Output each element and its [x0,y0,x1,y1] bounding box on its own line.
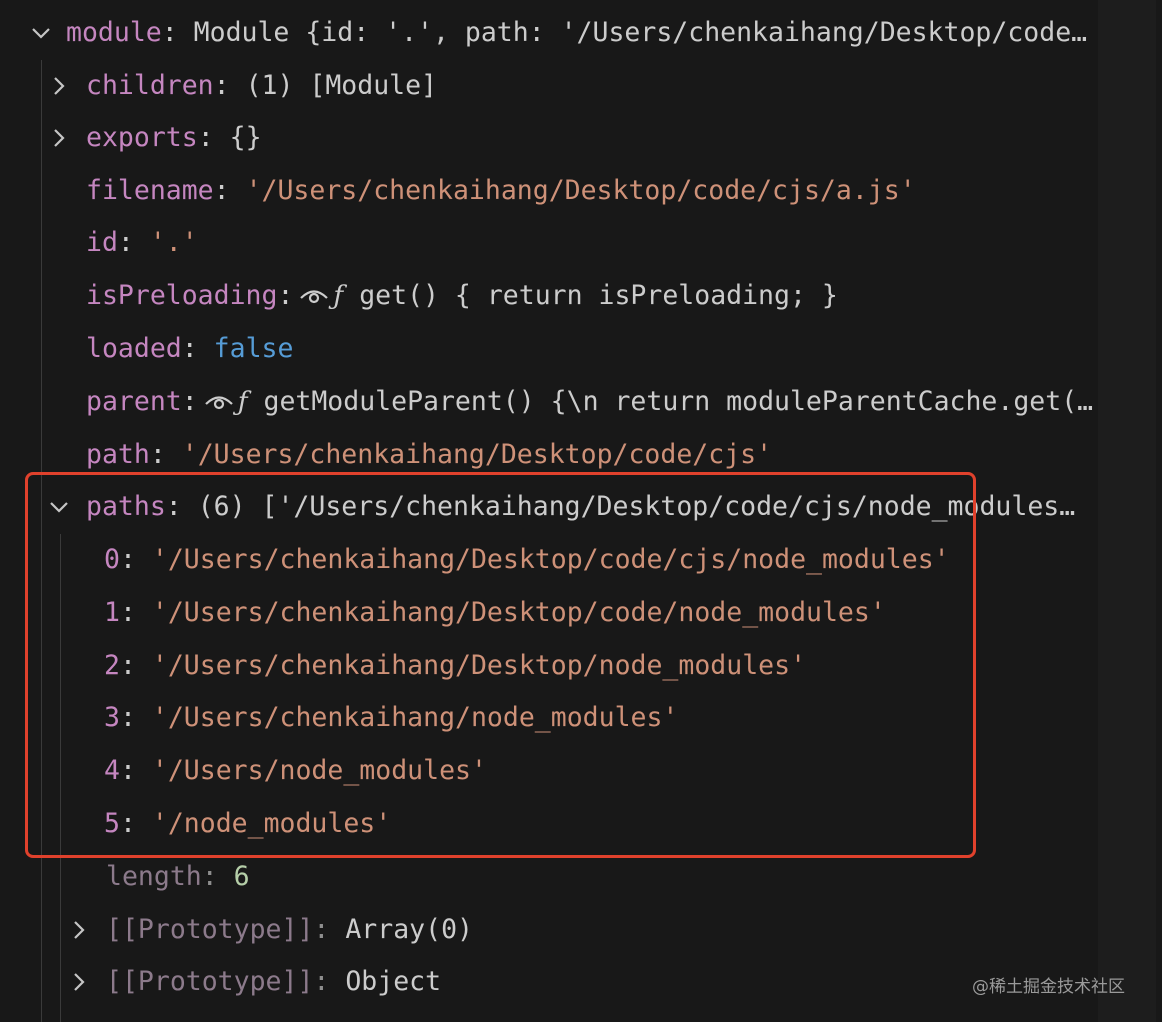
chevron-right-icon[interactable] [68,971,90,993]
property-value: '/Users/chenkaihang/Desktop/code/cjs/a.j… [245,175,916,206]
property-value: get() { return isPreloading; } [359,280,838,311]
tree-row-paths-item[interactable]: 0: '/Users/chenkaihang/Desktop/code/cjs/… [0,534,1090,586]
tree-row-paths-item[interactable]: 5: '/node_modules' [0,798,1090,850]
tree-row-exports[interactable]: exports: {} [0,112,1098,164]
tree-row-ispreloading[interactable]: isPreloading: ƒ get() { return isPreloadi… [0,270,1098,322]
tree-row-array-prototype[interactable]: [[Prototype]]: Array(0) [0,904,1090,956]
array-value: '/Users/chenkaihang/Desktop/code/node_mo… [151,597,886,628]
chevron-right-icon[interactable] [68,919,90,941]
property-key: filename [86,175,214,206]
array-value: '/Users/chenkaihang/Desktop/code/cjs/nod… [151,544,950,575]
array-value: '/Users/chenkaihang/node_modules' [151,702,679,733]
property-value: getModuleParent() {\n return moduleParen… [263,386,1098,417]
property-value: '.' [149,227,198,258]
tree-row-path[interactable]: path: '/Users/chenkaihang/Desktop/code/c… [0,429,1098,481]
tree-row-loaded[interactable]: loaded: false [0,323,1098,375]
watermark: @稀土掘金技术社区 [972,977,1125,997]
property-key: parent [86,386,182,417]
chevron-down-icon[interactable] [48,496,70,518]
property-key: paths [86,491,166,522]
tree-row-filename[interactable]: filename: '/Users/chenkaihang/Desktop/co… [0,165,1098,217]
property-key: [[Prototype]] [106,914,314,945]
property-value: false [213,333,294,364]
property-key: module [66,17,162,48]
tree-row-parent[interactable]: parent: ƒ getModuleParent() {\n return mo… [0,376,1098,428]
array-index: 5 [104,808,120,839]
function-symbol: ƒ [333,280,344,311]
property-key: path [86,439,150,470]
property-value: 6 [233,861,250,892]
property-value: Array(0) [345,914,473,945]
tree-row-id[interactable]: id: '.' [0,217,1098,269]
property-key: [[Prototype]] [106,966,314,997]
array-index: 2 [104,650,120,681]
tree-row-module[interactable]: module: Module {id: '.', path: '/Users/c… [0,7,1098,59]
array-index: 4 [104,755,120,786]
chevron-right-icon[interactable] [48,75,70,97]
scrollbar-track[interactable] [1098,0,1156,1022]
tree-row-children[interactable]: children: (1) [Module] [0,60,1098,112]
tree-row-length[interactable]: length: 6 [0,851,1090,903]
property-value: {} [229,122,262,153]
tree-row-paths-item[interactable]: 1: '/Users/chenkaihang/Desktop/code/node… [0,587,1090,639]
function-symbol: ƒ [237,386,248,417]
array-index: 3 [104,702,120,733]
property-key: exports [86,122,198,153]
property-key: isPreloading [86,280,278,311]
array-preview: (6) ['/Users/chenkaihang/Desktop/code/cj… [197,491,1090,522]
array-value: '/node_modules' [151,808,392,839]
tree-row-paths-item[interactable]: 3: '/Users/chenkaihang/node_modules' [0,692,1090,744]
property-value: (1) [Module] [245,70,438,101]
array-value: '/Users/node_modules' [151,755,487,786]
array-value: '/Users/chenkaihang/Desktop/node_modules… [151,650,807,681]
property-key: loaded [86,333,182,364]
property-key: length [106,861,202,892]
property-key: id [86,227,118,258]
property-value: '/Users/chenkaihang/Desktop/code/cjs' [181,439,773,470]
tree-row-paths-item[interactable]: 2: '/Users/chenkaihang/Desktop/node_modu… [0,640,1090,692]
property-key: children [86,70,214,101]
tree-row-paths-item[interactable]: 4: '/Users/node_modules' [0,745,1090,797]
eye-icon[interactable] [204,379,234,410]
chevron-down-icon[interactable] [30,22,52,44]
object-preview: Module {id: '.', path: '/Users/chenkaiha… [193,17,1098,48]
property-value: Object [345,966,442,997]
tree-row-object-prototype[interactable]: [[Prototype]]: Object [0,956,900,1008]
tree-row-paths[interactable]: paths: (6) ['/Users/chenkaihang/Desktop/… [0,481,1090,533]
chevron-right-icon[interactable] [48,127,70,149]
array-index: 1 [104,597,120,628]
eye-icon[interactable] [299,273,329,304]
variables-tree: module: Module {id: '.', path: '/Users/c… [0,0,1098,1022]
array-index: 0 [104,544,120,575]
